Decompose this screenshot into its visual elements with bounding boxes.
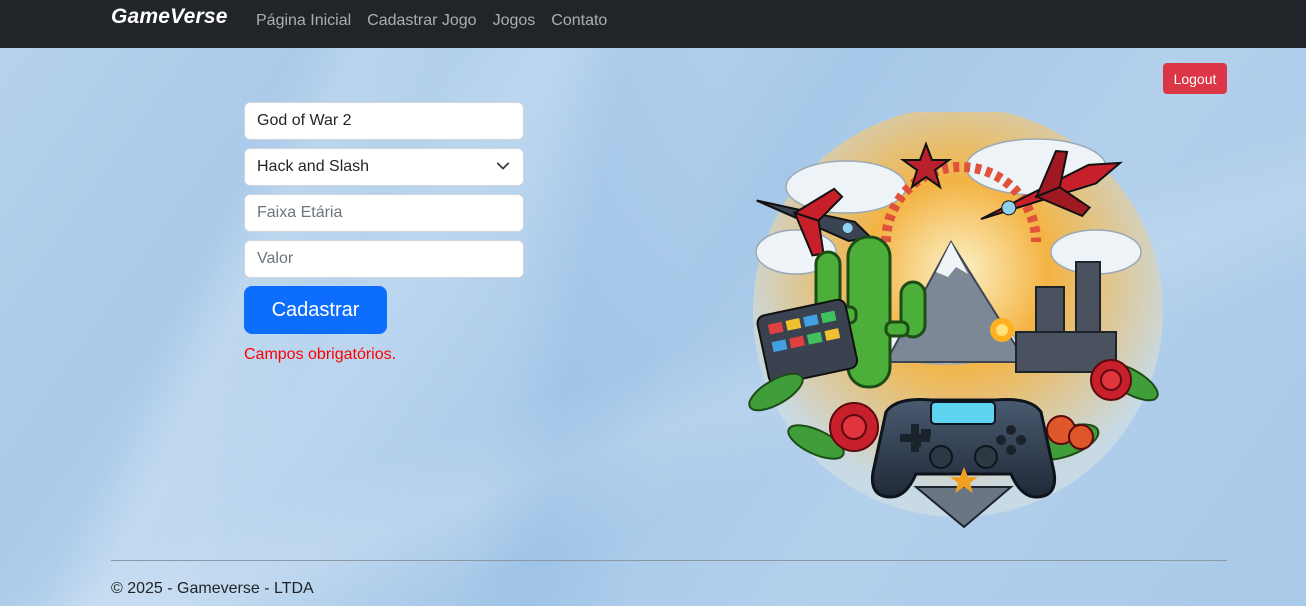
price-input[interactable] xyxy=(244,240,524,278)
game-register-form: Hack and Slash Cadastrar Campos obrigató… xyxy=(244,102,524,364)
validation-error-message: Campos obrigatórios. xyxy=(244,346,397,363)
brand-logo[interactable]: GameVerse xyxy=(111,5,228,29)
footer-divider xyxy=(111,560,1227,561)
nav-link-games[interactable]: Jogos xyxy=(493,12,536,30)
register-button[interactable]: Cadastrar xyxy=(244,286,387,334)
game-name-input[interactable] xyxy=(244,102,524,140)
age-rating-input[interactable] xyxy=(244,194,524,232)
nav-link-register-game[interactable]: Cadastrar Jogo xyxy=(367,12,476,30)
gaming-collage-illustration xyxy=(748,112,1163,529)
footer-copyright: © 2025 - Gameverse - LTDA xyxy=(111,580,314,597)
genre-select[interactable]: Hack and Slash xyxy=(244,148,524,186)
genre-select-value: Hack and Slash xyxy=(244,148,524,186)
nav-link-contact[interactable]: Contato xyxy=(551,12,607,30)
nav-links: Página Inicial Cadastrar Jogo Jogos Cont… xyxy=(256,12,607,30)
chevron-down-icon xyxy=(496,162,510,170)
nav-link-home[interactable]: Página Inicial xyxy=(256,12,351,30)
top-navbar: GameVerse Página Inicial Cadastrar Jogo … xyxy=(0,0,1306,48)
logout-button[interactable]: Logout xyxy=(1163,63,1227,94)
